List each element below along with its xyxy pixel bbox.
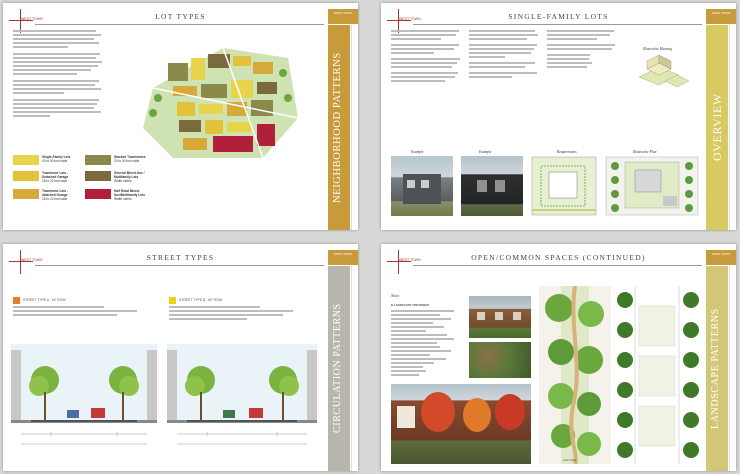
caption-illustrative-plan: Illustrative Plan — [633, 150, 657, 154]
single-family-lots-page: WEST TOWN SINGLE-FAMILY LOTS Illustrativ… — [381, 3, 736, 230]
street-type-a-badge — [13, 297, 20, 304]
street-section-a — [11, 344, 157, 445]
section-tab: WEST TOWN CIRCULATION PATTERNS — [328, 244, 358, 471]
legend-item: Townhome Lots - Attached Garage 18 to 22 … — [13, 189, 82, 201]
legend-item: Half Road Mixed-Use/Multifamily Lots Widt… — [85, 189, 154, 201]
notes-subhead: B-LANDSCAPE TREATMENT — [391, 303, 430, 307]
legend-item: Townhome Lots - Detached Garage 18 to 22 … — [13, 171, 82, 183]
body-text — [13, 30, 105, 119]
green-way-plan — [539, 286, 611, 464]
section-tab: WEST TOWN NEIGHBORHOOD PATTERNS — [328, 3, 358, 230]
street-section-b — [167, 344, 317, 445]
house-photo-1 — [391, 156, 453, 216]
page-title: STREET TYPES — [146, 253, 215, 262]
street-type-b-text — [169, 306, 299, 322]
body-text-col-3 — [547, 30, 619, 70]
legend-item: Single-Family Lots 40 to 50 foot wide — [13, 155, 82, 165]
house-photo-2 — [461, 156, 523, 216]
legend-item: General Mixed-Use / Multifamily Lots Widt… — [85, 171, 154, 183]
body-text-col-2 — [469, 30, 541, 80]
street-type-b-badge — [169, 297, 176, 304]
tree-grid-plan — [615, 286, 701, 464]
body-text-col-1 — [391, 30, 463, 84]
title-rule — [35, 265, 324, 266]
caption-example-1: Example — [411, 150, 424, 154]
legend-swatch — [13, 171, 39, 181]
street-type-b-label: STREET TYPE B - 60' ROW — [179, 298, 222, 302]
page-title: LOT TYPES — [155, 12, 206, 21]
legend-swatch — [13, 155, 39, 165]
legend-item: Stacked Townhomes 20 to 30 foot wide — [85, 155, 154, 165]
legend-swatch — [13, 189, 39, 199]
legend-swatch — [85, 189, 111, 199]
section-tab: WEST TOWN LANDSCAPE PATTERNS — [706, 244, 736, 471]
page-title: SINGLE-FAMILY LOTS — [508, 12, 609, 21]
title-rule — [413, 265, 702, 266]
caption-requirements: Requirements — [557, 150, 577, 154]
section-title: CIRCULATION PATTERNS — [332, 303, 343, 434]
site-plan-map — [143, 47, 299, 159]
notes-list — [391, 310, 461, 378]
open-spaces-page: WEST TOWN OPEN/COMMON SPACES (CONTINUED)… — [381, 244, 736, 471]
requirements-diagram — [531, 156, 597, 216]
section-title: NEIGHBORHOOD PATTERNS — [332, 52, 343, 203]
lot-types-page: WEST TOWN LOT TYPES Single-Family Lots 4… — [3, 3, 358, 230]
massing-caption: Illustrative Massing — [643, 47, 672, 51]
townhomes-photo — [469, 296, 531, 338]
illustrative-plan-diagram — [605, 156, 699, 216]
section-title: LANDSCAPE PATTERNS — [710, 308, 721, 429]
street-trees-photo — [391, 384, 531, 464]
massing-diagram — [638, 54, 690, 88]
legend-swatch — [85, 155, 111, 165]
title-rule — [35, 24, 324, 25]
street-type-a-text — [13, 306, 143, 318]
plan-label: Green Way — [563, 458, 577, 462]
garden-photo — [469, 342, 531, 378]
section-tab: WEST TOWN OVERVIEW — [706, 3, 736, 230]
street-type-a-label: STREET TYPE A - 54' ROW — [23, 298, 66, 302]
page-title: OPEN/COMMON SPACES (CONTINUED) — [471, 253, 646, 262]
caption-example-2: Example — [479, 150, 492, 154]
section-title: OVERVIEW — [710, 93, 724, 162]
title-rule — [413, 24, 702, 25]
notes-heading: Notes — [391, 294, 400, 298]
street-types-page: WEST TOWN STREET TYPES STREET TYPE A - 5… — [3, 244, 358, 471]
legend-swatch — [85, 171, 111, 181]
